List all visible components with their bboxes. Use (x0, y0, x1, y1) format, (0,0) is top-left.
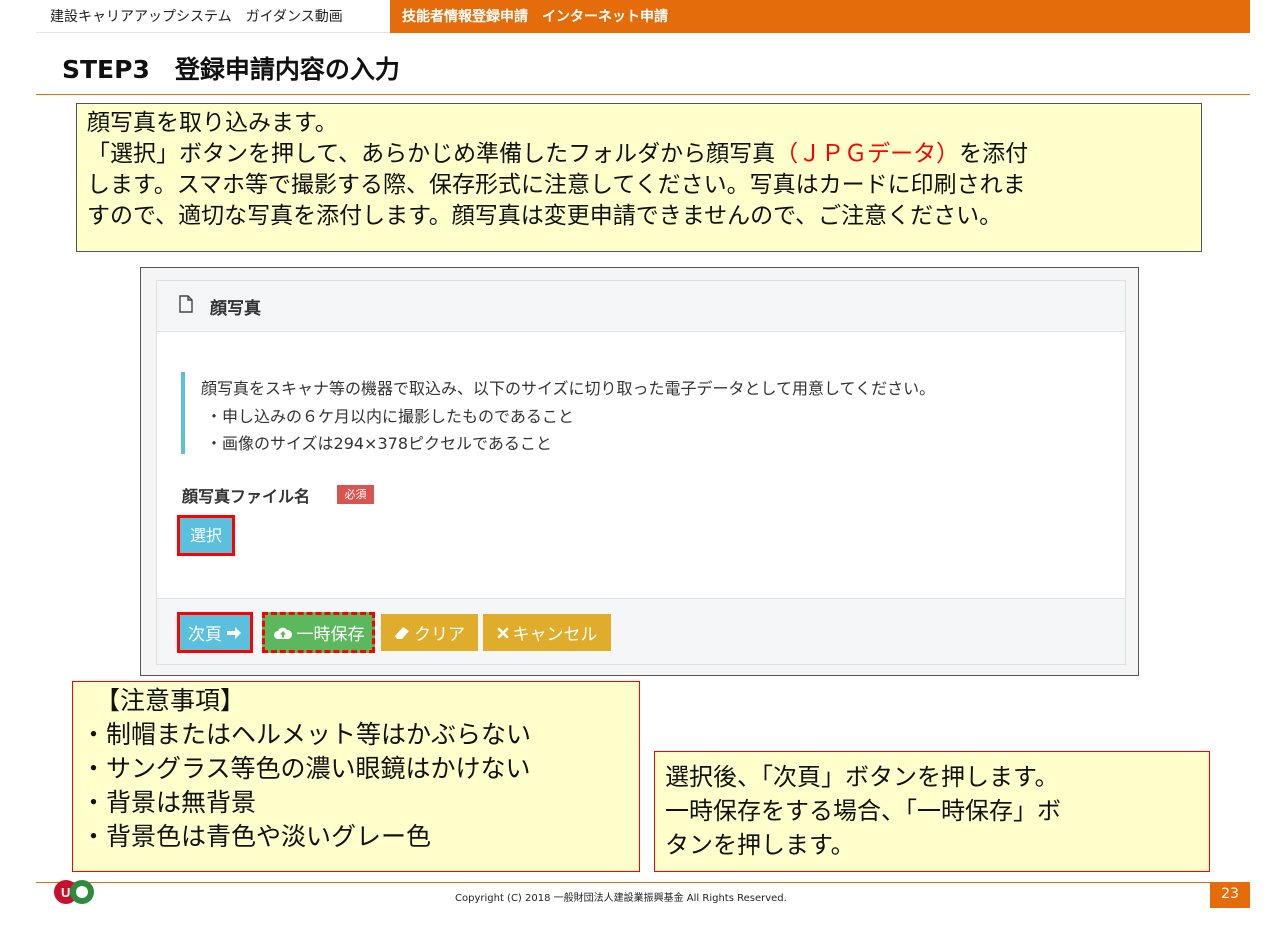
select-file-button[interactable]: 選択 (177, 515, 235, 556)
step-note-line-3: タンを押します。 (665, 831, 855, 859)
clear-button[interactable]: クリア (381, 614, 478, 651)
caution-item: ・制帽またはヘルメット等はかぶらない (81, 720, 532, 749)
document-icon (179, 295, 193, 313)
caution-item: ・背景は無背景 (81, 788, 257, 817)
step-instruction-note: 選択後、「次頁」ボタンを押します。 一時保存をする場合、「一時保存」ボ タンを押… (654, 751, 1210, 872)
intro-line-3: します。スマホ等で撮影する際、保存形式に注意してください。写真はカードに印刷され… (87, 172, 1026, 198)
step-note-line-1: 選択後、「次頁」ボタンを押します。 (665, 763, 1059, 791)
temporary-save-label: 一時保存 (296, 625, 365, 645)
title-divider (36, 94, 1250, 95)
info-bullet-size: ・画像のサイズは294×378ピクセルであること (206, 434, 552, 453)
intro-line-2: 「選択」ボタンを押して、あらかじめ準備したフォルダから顔写真（ＪＰＧデータ）を添… (87, 139, 1201, 170)
intro-line-2-text: 「選択」ボタンを押して、あらかじめ準備したフォルダから顔写真 (87, 141, 776, 167)
step-title: STEP3 登録申請内容の入力 (62, 55, 400, 84)
caution-item: ・背景色は青色や淡いグレー色 (81, 822, 432, 851)
copyright-text: Copyright (C) 2018 一般財団法人建設業振興基金 All Rig… (455, 893, 787, 904)
panel-title: 顔写真 (210, 299, 261, 319)
caution-heading: 【注意事項】 (95, 686, 246, 715)
page-number: 23 (1210, 882, 1250, 908)
photo-file-label: 顔写真ファイル名 (182, 487, 311, 506)
step-note-line-2: 一時保存をする場合、「一時保存」ボ (665, 797, 1061, 825)
intro-jpg-highlight: （ＪＰＧデータ） (775, 141, 960, 167)
footer-divider (36, 882, 1250, 883)
header-section-tab: 技能者情報登録申請 インターネット申請 (390, 0, 1250, 33)
caution-note: 【注意事項】 ・制帽またはヘルメット等はかぶらない ・サングラス等色の濃い眼鏡は… (72, 681, 640, 872)
intro-line-2-tail: を添付 (959, 141, 1029, 167)
cloud-upload-icon (273, 627, 292, 639)
info-bullet-period: ・申し込みの６ケ月以内に撮影したものであること (206, 407, 574, 426)
cancel-label: キャンセル (512, 625, 598, 645)
next-page-label: 次頁 (188, 625, 222, 645)
eraser-icon (395, 626, 409, 639)
info-text: 顔写真をスキャナ等の機器で取込み、以下のサイズに切り取った電子データとして用意し… (201, 379, 936, 398)
svg-text:U: U (61, 885, 70, 900)
intro-line-1: 顔写真を取り込みます。 (87, 110, 338, 136)
temporary-save-button[interactable]: 一時保存 (262, 612, 375, 653)
panel-header (157, 281, 1125, 332)
required-badge: 必須 (337, 485, 374, 504)
organization-logo: U (54, 880, 94, 904)
next-page-button[interactable]: 次頁 (177, 612, 253, 653)
header-guide-tab: 建設キャリアアップシステム ガイダンス動画 (36, 0, 390, 33)
info-callout-bar (181, 372, 185, 454)
intro-line-4: すので、適切な写真を添付します。顔写真は変更申請できませんので、ご注意ください。 (87, 203, 1003, 229)
caution-item: ・サングラス等色の濃い眼鏡はかけない (81, 754, 531, 783)
intro-note: 顔写真を取り込みます。 「選択」ボタンを押して、あらかじめ準備したフォルダから顔… (76, 103, 1202, 252)
arrow-right-icon (227, 626, 241, 639)
cancel-button[interactable]: キャンセル (483, 614, 611, 651)
close-icon (497, 627, 508, 638)
clear-label: クリア (414, 625, 465, 645)
